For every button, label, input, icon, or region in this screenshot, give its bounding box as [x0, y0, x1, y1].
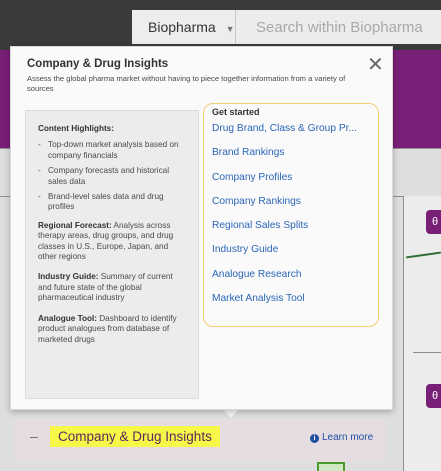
- link-drug-brand-class-group[interactable]: Drug Brand, Class & Group Pr...: [212, 123, 357, 147]
- popup-subtitle: Assess the global pharma market without …: [27, 74, 346, 93]
- info-icon: i: [310, 434, 319, 443]
- link-company-rankings[interactable]: Company Rankings: [212, 196, 357, 220]
- badge-icon[interactable]: θ: [426, 384, 441, 408]
- analogue-tool-description: Analogue Tool: Dashboard to identify pro…: [38, 313, 177, 344]
- highlights-heading: Content Highlights:: [38, 124, 114, 133]
- divider: [403, 196, 404, 471]
- list-item: - Brand-level sales data and drug profile…: [38, 192, 164, 212]
- learn-more-link[interactable]: i Learn more: [310, 432, 373, 443]
- scope-dropdown-label: Biopharma: [148, 19, 216, 35]
- list-item: - Top-down market analysis based on compa…: [38, 140, 179, 160]
- divider: [413, 352, 441, 353]
- right-panel: [403, 196, 441, 471]
- insight-bar-label[interactable]: Company & Drug Insights: [50, 426, 220, 447]
- popup-title: Company & Drug Insights: [27, 58, 169, 70]
- search-input[interactable]: Search within Biopharma: [236, 10, 441, 44]
- insights-popup: Company & Drug Insights Assess the globa…: [10, 46, 393, 410]
- link-brand-rankings[interactable]: Brand Rankings: [212, 147, 357, 171]
- list-item: - Company forecasts and historical sales …: [38, 166, 170, 186]
- collapse-icon[interactable]: –: [30, 428, 38, 444]
- learn-more-label: Learn more: [322, 432, 374, 443]
- get-started-heading: Get started: [212, 107, 260, 117]
- link-industry-guide[interactable]: Industry Guide: [212, 244, 357, 268]
- link-analogue-research[interactable]: Analogue Research: [212, 269, 357, 293]
- link-company-profiles[interactable]: Company Profiles: [212, 172, 357, 196]
- green-toggle[interactable]: [317, 462, 345, 471]
- link-market-analysis-tool[interactable]: Market Analysis Tool: [212, 293, 357, 317]
- scope-dropdown[interactable]: Biopharma ▼: [132, 10, 236, 44]
- close-icon[interactable]: ✕: [367, 52, 384, 77]
- badge-icon[interactable]: θ: [426, 210, 441, 234]
- get-started-links: Drug Brand, Class & Group Pr... Brand Ra…: [212, 123, 357, 317]
- highlights-list: - Top-down market analysis based on compa…: [38, 140, 188, 212]
- industry-guide-description: Industry Guide: Summary of current and f…: [38, 272, 173, 303]
- link-regional-sales-splits[interactable]: Regional Sales Splits: [212, 220, 357, 244]
- top-bar: Biopharma ▼ Search within Biopharma: [0, 0, 441, 50]
- get-started-panel: Get started Drug Brand, Class & Group Pr…: [203, 103, 379, 327]
- chevron-down-icon: ▼: [225, 24, 235, 34]
- content-highlights-panel: Content Highlights: - Top-down market ana…: [25, 110, 199, 399]
- regional-forecast-description: Regional Forecast: Analysis across thera…: [38, 220, 174, 262]
